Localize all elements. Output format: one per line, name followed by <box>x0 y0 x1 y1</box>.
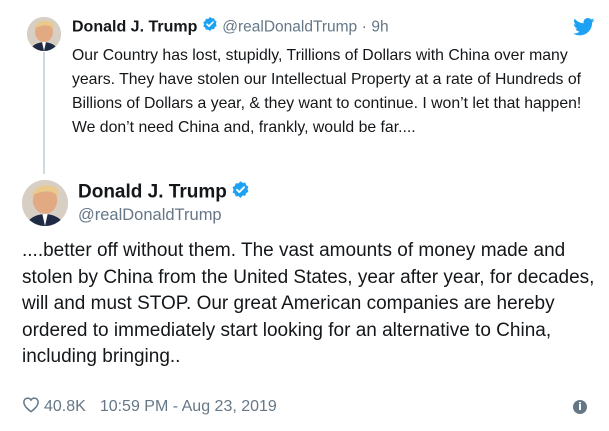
thread-header: Donald J. Trump @realDonaldTrump · 9h <box>72 16 389 39</box>
timestamp[interactable]: 9h <box>371 19 388 36</box>
thread-connector-line <box>43 52 45 174</box>
twitter-bird-icon[interactable] <box>573 18 595 41</box>
author-handle[interactable]: @realDonaldTrump <box>222 19 357 36</box>
verified-badge-icon <box>202 16 218 39</box>
main-header: Donald J. Trump <box>78 180 250 207</box>
heart-icon[interactable] <box>22 396 40 418</box>
author-name[interactable]: Donald J. Trump <box>72 19 197 36</box>
author-name[interactable]: Donald J. Trump <box>78 182 227 203</box>
main-tweet-text: ....better off without them. The vast am… <box>22 240 595 367</box>
separator: · <box>361 18 367 36</box>
tweet-footer: 40.8K 10:59 PM - Aug 23, 2019 <box>22 396 277 418</box>
author-handle[interactable]: @realDonaldTrump <box>78 206 222 225</box>
thread-tweet-text: Our Country has lost, stupidly, Trillion… <box>72 47 582 136</box>
verified-badge-icon <box>231 180 250 207</box>
avatar[interactable] <box>22 180 68 226</box>
info-icon[interactable]: i <box>573 400 587 414</box>
like-count[interactable]: 40.8K <box>44 398 86 416</box>
avatar[interactable] <box>27 17 61 51</box>
tweet-timestamp[interactable]: 10:59 PM - Aug 23, 2019 <box>100 398 277 416</box>
